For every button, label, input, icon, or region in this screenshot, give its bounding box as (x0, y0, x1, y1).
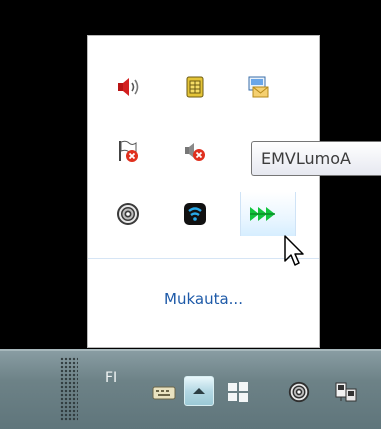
mouse-cursor-icon (283, 234, 305, 272)
wifi-app-icon[interactable] (175, 194, 215, 234)
sim-card-icon[interactable] (175, 67, 215, 107)
speaker-icon[interactable] (108, 67, 148, 107)
windows-logo-icon[interactable] (224, 378, 252, 406)
icon-tooltip: EMVLumoA (251, 141, 381, 176)
taskbar-grip-handle[interactable] (60, 357, 78, 421)
show-hidden-icons-button[interactable] (184, 376, 214, 406)
chevron-up-icon (193, 388, 205, 394)
customize-link[interactable]: Mukauta... (88, 290, 319, 308)
spiral-disc-icon[interactable] (108, 194, 148, 234)
taskbar-top-edge (0, 349, 381, 351)
envelope-picture-icon[interactable] (238, 67, 278, 107)
language-indicator[interactable]: FI (105, 370, 117, 386)
keyboard-icon[interactable] (150, 378, 178, 406)
spiral-disc-icon[interactable] (285, 378, 313, 406)
speaker-muted-icon[interactable] (175, 131, 215, 171)
network-monitor-icon[interactable] (332, 378, 360, 406)
notification-overflow-popup: Mukauta... (87, 35, 320, 348)
green-arrows-icon[interactable] (243, 194, 283, 234)
flag-error-icon[interactable] (108, 131, 148, 171)
